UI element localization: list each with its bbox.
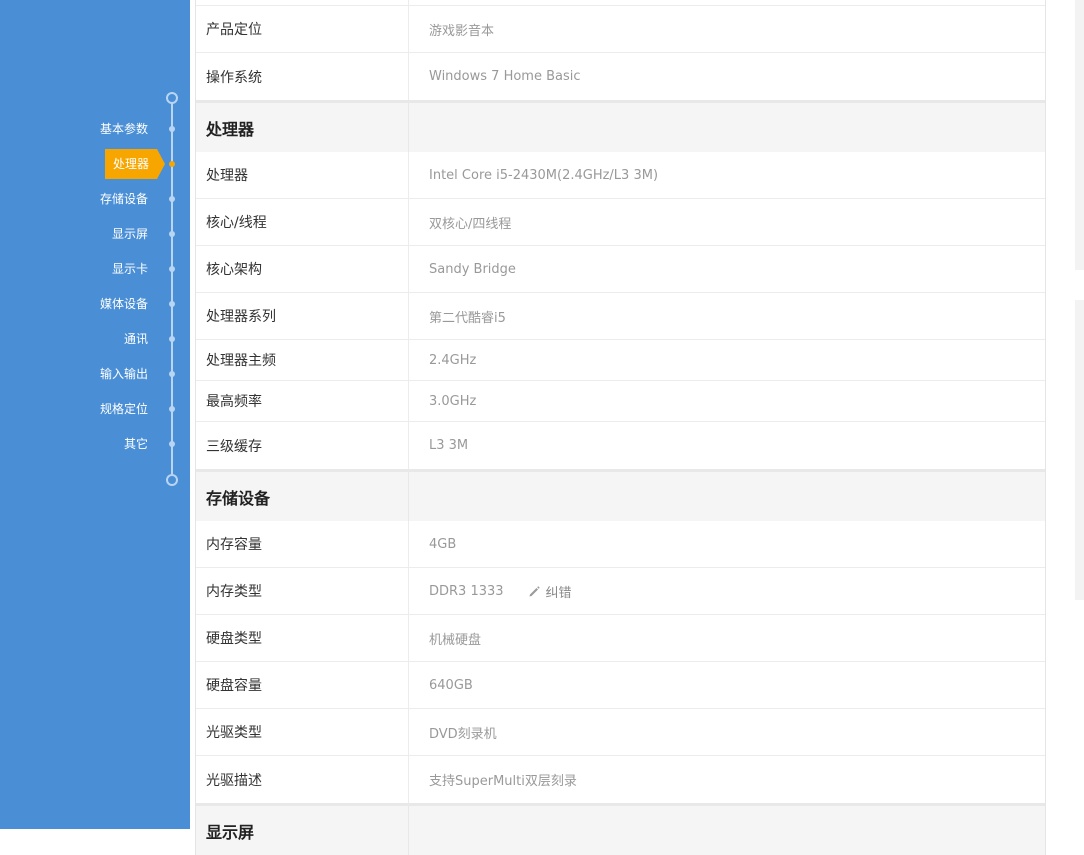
table-row: 光驱类型 DVD刻录机	[196, 709, 1045, 756]
nav-dot-screen	[169, 231, 175, 237]
nav-dot-processor	[169, 161, 175, 167]
table-row: 三级缓存 L3 3M	[196, 422, 1045, 469]
table-row: 硬盘类型 机械硬盘	[196, 615, 1045, 662]
nav-item-basic-params[interactable]: 基本参数	[60, 114, 148, 144]
spec-value: 支持SuperMulti双层刻录	[429, 774, 577, 789]
section-header-processor: 处理器	[196, 100, 1045, 152]
timeline-end-circle	[166, 474, 178, 486]
spec-key: 光驱类型	[196, 709, 409, 755]
nav-dot-positioning	[169, 406, 175, 412]
spec-key: 处理器系列	[196, 293, 409, 339]
table-row: 硬盘容量 640GB	[196, 662, 1045, 709]
section-title: 存储设备	[196, 472, 409, 521]
table-row: 处理器主频 2.4GHz	[196, 340, 1045, 381]
spec-key: 核心/线程	[196, 199, 409, 245]
table-row: 核心架构 Sandy Bridge	[196, 246, 1045, 293]
nav-item-storage[interactable]: 存储设备	[60, 184, 148, 214]
table-row: 最高频率 3.0GHz	[196, 381, 1045, 422]
table-row: 操作系统 Windows 7 Home Basic	[196, 53, 1045, 100]
spec-value: 机械硬盘	[429, 632, 482, 648]
spec-key: 硬盘类型	[196, 615, 409, 661]
pencil-icon	[529, 585, 540, 596]
report-error-link[interactable]: 纠错	[528, 582, 572, 601]
spec-key: 核心架构	[196, 246, 409, 292]
row-key-empty	[196, 0, 409, 5]
spec-value: Windows 7 Home Basic	[429, 69, 581, 84]
report-error-label: 纠错	[545, 585, 572, 601]
nav-dot-media	[169, 301, 175, 307]
spec-value: DVD刻录机	[429, 726, 497, 742]
nav-timeline-line	[171, 98, 173, 480]
spec-value: 第二代酷睿i5	[429, 310, 506, 326]
nav-dot-communication	[169, 336, 175, 342]
spec-key: 内存类型	[196, 568, 409, 614]
nav-item-io[interactable]: 输入输出	[60, 359, 148, 389]
spec-value: Sandy Bridge	[429, 261, 516, 277]
spec-value: 2.4GHz	[429, 352, 477, 368]
table-row: 处理器系列 第二代酷睿i5	[196, 293, 1045, 340]
spec-value: 双核心/四线程	[429, 216, 512, 232]
section-header-fill	[409, 472, 1045, 521]
spec-value: 3.0GHz	[429, 393, 477, 409]
right-edge-panel	[1075, 300, 1084, 600]
nav-dot-basic-params	[169, 126, 175, 132]
spec-value: 640GB	[429, 677, 473, 693]
spec-key: 硬盘容量	[196, 662, 409, 708]
timeline-start-circle	[166, 92, 178, 104]
spec-value-cell: DDR3 1333 纠错	[409, 568, 1045, 614]
nav-item-screen[interactable]: 显示屏	[60, 219, 148, 249]
spec-key: 产品定位	[196, 6, 409, 52]
table-row: 产品定位 游戏影音本	[196, 6, 1045, 53]
spec-key: 三级缓存	[196, 422, 409, 469]
spec-value: 4GB	[429, 536, 457, 552]
table-row: 内存类型 DDR3 1333 纠错	[196, 568, 1045, 615]
nav-item-positioning[interactable]: 规格定位	[60, 394, 148, 424]
spec-key: 光驱描述	[196, 756, 409, 803]
row-value-empty	[409, 0, 1045, 5]
nav-item-communication[interactable]: 通讯	[60, 324, 148, 354]
section-header-fill	[409, 103, 1045, 152]
nav-item-processor[interactable]: 处理器	[105, 149, 165, 179]
right-edge-panel	[1075, 0, 1084, 270]
nav-dot-other	[169, 441, 175, 447]
nav-dot-graphics	[169, 266, 175, 272]
spec-key: 内存容量	[196, 521, 409, 567]
table-row: 核心/线程 双核心/四线程	[196, 199, 1045, 246]
spec-key: 处理器主频	[196, 340, 409, 380]
table-row: 处理器 Intel Core i5-2430M(2.4GHz/L3 3M)	[196, 152, 1045, 199]
section-header-storage: 存储设备	[196, 469, 1045, 521]
nav-item-media[interactable]: 媒体设备	[60, 289, 148, 319]
spec-value: L3 3M	[429, 438, 469, 453]
table-row: 内存容量 4GB	[196, 521, 1045, 568]
section-header-display: 显示屏	[196, 803, 1045, 855]
nav-dot-io	[169, 371, 175, 377]
spec-key: 处理器	[196, 152, 409, 198]
spec-table: 产品定位 游戏影音本 操作系统 Windows 7 Home Basic 处理器…	[195, 0, 1046, 855]
nav-item-graphics[interactable]: 显示卡	[60, 254, 148, 284]
section-header-fill	[409, 806, 1045, 855]
spec-value: Intel Core i5-2430M(2.4GHz/L3 3M)	[429, 167, 659, 183]
nav-dot-storage	[169, 196, 175, 202]
spec-nav-sidebar: 基本参数 处理器 存储设备 显示屏 显示卡 媒体设备 通讯 输入输出 规格定位 …	[0, 0, 190, 829]
spec-value: DDR3 1333	[429, 583, 504, 599]
spec-key: 操作系统	[196, 53, 409, 100]
section-title: 处理器	[196, 103, 409, 152]
section-title: 显示屏	[196, 806, 409, 855]
nav-item-other[interactable]: 其它	[60, 429, 148, 459]
table-row: 光驱描述 支持SuperMulti双层刻录	[196, 756, 1045, 803]
spec-key: 最高频率	[196, 381, 409, 421]
spec-value: 游戏影音本	[429, 23, 495, 39]
